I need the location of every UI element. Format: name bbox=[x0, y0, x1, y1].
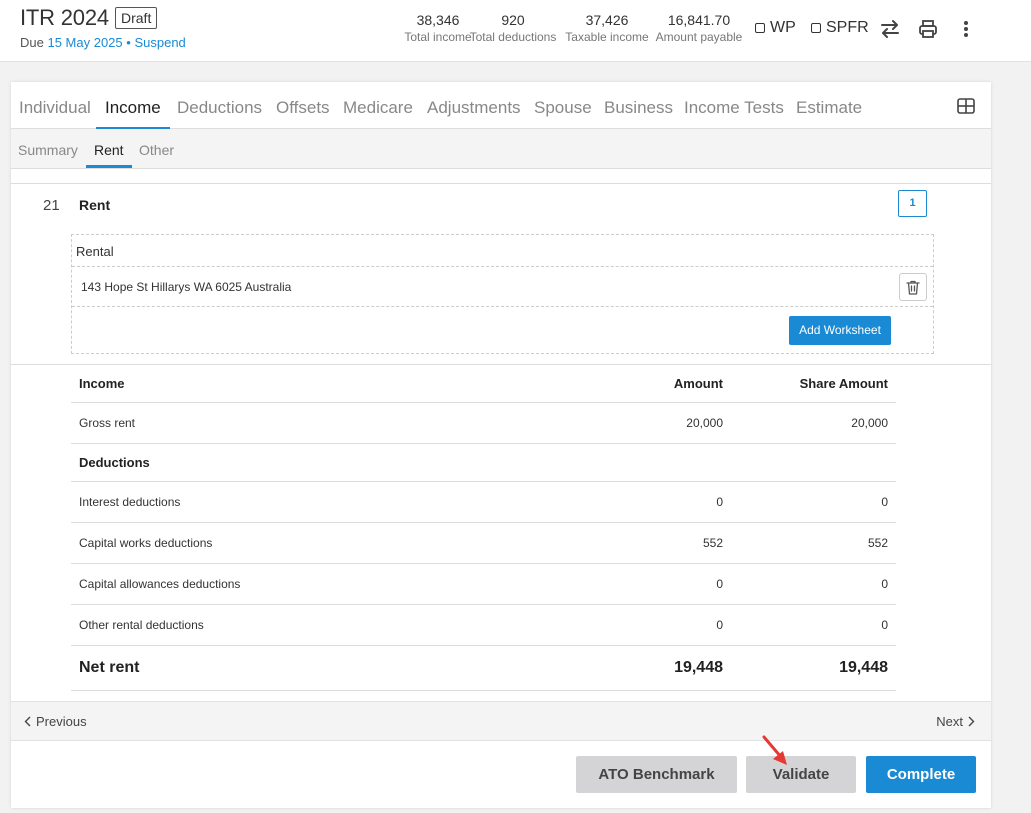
annotation-arrow-icon bbox=[762, 735, 787, 765]
net-rent-amount: 19,448 bbox=[566, 645, 731, 691]
checkbox-label: SPFR bbox=[826, 19, 869, 36]
divider bbox=[11, 183, 991, 184]
metric-value: 16,841.70 bbox=[667, 12, 731, 28]
due-date-link[interactable]: 15 May 2025 bbox=[47, 35, 122, 50]
top-header: ITR 2024 Draft Due 15 May 2025 • Suspend… bbox=[0, 0, 1031, 62]
complete-button[interactable]: Complete bbox=[866, 756, 976, 793]
row-amount: 0 bbox=[566, 563, 731, 605]
metric-taxable-income: 37,426 Taxable income bbox=[561, 11, 653, 45]
table-row: Interest deductions 0 0 bbox=[71, 481, 896, 523]
metric-label: Total deductions bbox=[469, 30, 557, 44]
tab-spouse[interactable]: Spouse bbox=[534, 98, 592, 118]
swap-icon[interactable] bbox=[878, 17, 902, 41]
tab-income[interactable]: Income bbox=[96, 98, 170, 130]
metric-amount-payable: 16,841.70 Amount payable bbox=[652, 11, 746, 45]
tab-estimate[interactable]: Estimate bbox=[796, 98, 862, 118]
subtab-other[interactable]: Other bbox=[139, 142, 174, 158]
empty-cell bbox=[731, 443, 896, 482]
row-amount: 0 bbox=[566, 604, 731, 646]
column-header-share-amount: Share Amount bbox=[731, 365, 896, 403]
ato-benchmark-button[interactable]: ATO Benchmark bbox=[576, 756, 737, 793]
row-label: Other rental deductions bbox=[71, 604, 566, 646]
column-header-income: Income bbox=[71, 365, 566, 403]
table-section-row: Deductions bbox=[71, 443, 896, 482]
table-row: Gross rent 20,000 20,000 bbox=[71, 402, 896, 444]
grid-layout-icon[interactable] bbox=[957, 98, 975, 114]
print-icon[interactable] bbox=[916, 17, 940, 41]
add-worksheet-button[interactable]: Add Worksheet bbox=[789, 316, 891, 345]
row-amount: 552 bbox=[566, 522, 731, 564]
page-title: ITR 2024 bbox=[20, 5, 109, 30]
deductions-heading: Deductions bbox=[71, 443, 566, 482]
subtab-rent[interactable]: Rent bbox=[86, 142, 132, 168]
table-row: Capital allowances deductions 0 0 bbox=[71, 563, 896, 605]
chevron-right-icon bbox=[968, 716, 975, 727]
wp-checkbox[interactable]: WP bbox=[755, 17, 796, 39]
subtab-summary[interactable]: Summary bbox=[18, 142, 78, 158]
checkbox-box[interactable] bbox=[811, 23, 821, 33]
tab-income-tests[interactable]: Income Tests bbox=[684, 98, 784, 118]
row-share-amount: 0 bbox=[731, 604, 896, 646]
return-card: Individual Income Deductions Offsets Med… bbox=[11, 82, 991, 808]
column-header-amount: Amount bbox=[566, 365, 731, 403]
metric-total-deductions: 920 Total deductions bbox=[463, 11, 563, 45]
net-rent-share-amount: 19,448 bbox=[731, 645, 896, 691]
row-amount: 20,000 bbox=[566, 402, 731, 444]
main-tabs: Individual Income Deductions Offsets Med… bbox=[11, 82, 991, 130]
previous-label: Previous bbox=[36, 714, 87, 729]
section-title: Rent bbox=[79, 197, 111, 213]
trash-icon bbox=[906, 280, 920, 295]
tab-business[interactable]: Business bbox=[604, 98, 673, 118]
due-line: Due 15 May 2025 • Suspend bbox=[20, 35, 186, 50]
metric-label: Amount payable bbox=[655, 30, 743, 44]
rent-table: Income Amount Share Amount Gross rent 20… bbox=[71, 365, 896, 691]
status-badge: Draft bbox=[115, 7, 158, 29]
spfr-checkbox[interactable]: SPFR bbox=[811, 17, 869, 39]
delete-button[interactable] bbox=[899, 273, 927, 301]
tab-offsets[interactable]: Offsets bbox=[276, 98, 330, 118]
suspend-link[interactable]: Suspend bbox=[134, 35, 185, 50]
row-share-amount: 552 bbox=[731, 522, 896, 564]
row-label: Gross rent bbox=[71, 402, 566, 444]
separator: • bbox=[126, 35, 131, 50]
table-row: Capital works deductions 552 552 bbox=[71, 522, 896, 564]
net-rent-row: Net rent 19,448 19,448 bbox=[71, 645, 896, 691]
metric-value: 920 bbox=[501, 12, 525, 28]
checkbox-label: WP bbox=[770, 19, 796, 36]
metric-label: Taxable income bbox=[565, 30, 649, 44]
rental-heading: Rental bbox=[76, 244, 114, 259]
section-number: 21 bbox=[43, 197, 60, 214]
row-share-amount: 0 bbox=[731, 481, 896, 523]
more-vertical-icon[interactable] bbox=[954, 17, 978, 41]
next-label: Next bbox=[936, 714, 963, 729]
table-row: Other rental deductions 0 0 bbox=[71, 604, 896, 646]
due-prefix: Due bbox=[20, 35, 44, 50]
rental-count-badge[interactable]: 1 bbox=[898, 190, 927, 217]
row-share-amount: 0 bbox=[731, 563, 896, 605]
previous-button[interactable]: Previous bbox=[24, 714, 87, 729]
tab-individual[interactable]: Individual bbox=[19, 98, 91, 118]
rental-address[interactable]: 143 Hope St Hillarys WA 6025 Australia bbox=[81, 280, 291, 294]
row-share-amount: 20,000 bbox=[731, 402, 896, 444]
page-navigation: Previous Next bbox=[11, 701, 991, 741]
sub-tabs: Summary Rent Other bbox=[11, 129, 991, 169]
empty-cell bbox=[566, 443, 731, 482]
tab-medicare[interactable]: Medicare bbox=[343, 98, 413, 118]
table-header-row: Income Amount Share Amount bbox=[71, 365, 896, 403]
next-button[interactable]: Next bbox=[936, 714, 975, 729]
net-rent-label: Net rent bbox=[71, 645, 566, 691]
row-label: Capital allowances deductions bbox=[71, 563, 566, 605]
chevron-left-icon bbox=[24, 716, 31, 727]
checkbox-box[interactable] bbox=[755, 23, 765, 33]
metric-value: 37,426 bbox=[585, 12, 629, 28]
row-label: Interest deductions bbox=[71, 481, 566, 523]
tab-deductions[interactable]: Deductions bbox=[177, 98, 262, 118]
rental-property-row[interactable]: 143 Hope St Hillarys WA 6025 Australia bbox=[72, 266, 933, 307]
tab-adjustments[interactable]: Adjustments bbox=[427, 98, 521, 118]
row-amount: 0 bbox=[566, 481, 731, 523]
rental-panel: Rental 143 Hope St Hillarys WA 6025 Aust… bbox=[71, 234, 934, 354]
row-label: Capital works deductions bbox=[71, 522, 566, 564]
